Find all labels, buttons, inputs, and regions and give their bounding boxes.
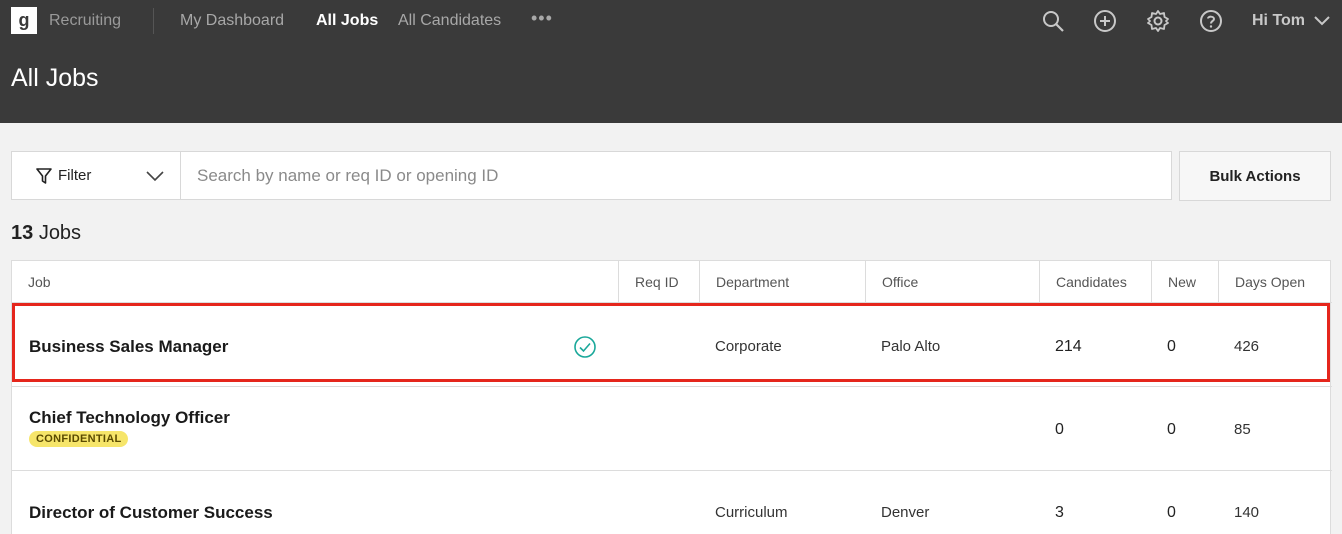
search-icon[interactable] bbox=[1041, 9, 1065, 33]
page-title: All Jobs bbox=[11, 64, 99, 92]
chevron-down-icon[interactable] bbox=[1314, 14, 1330, 26]
candidates-cell[interactable]: 0 bbox=[1055, 421, 1064, 439]
nav-my-dashboard[interactable]: My Dashboard bbox=[180, 12, 284, 30]
office-cell: Denver bbox=[881, 504, 930, 521]
nav-all-candidates[interactable]: All Candidates bbox=[398, 12, 501, 30]
selection-highlight bbox=[12, 303, 1330, 382]
column-header-req-id[interactable]: Req ID bbox=[618, 261, 699, 303]
days-open-cell: 140 bbox=[1234, 504, 1260, 521]
gear-icon[interactable] bbox=[1146, 9, 1170, 33]
column-header-candidates[interactable]: Candidates bbox=[1039, 261, 1151, 303]
column-header-days-open[interactable]: Days Open bbox=[1218, 261, 1332, 303]
table-header: Job Req ID Department Office Candidates … bbox=[12, 261, 1332, 303]
jobs-count-unit: Jobs bbox=[38, 222, 82, 244]
chevron-down-icon bbox=[146, 171, 164, 182]
search-input[interactable] bbox=[180, 151, 1172, 200]
jobs-count: 13 Jobs bbox=[11, 222, 81, 245]
nav-all-jobs[interactable]: All Jobs bbox=[316, 12, 378, 30]
plus-circle-icon[interactable] bbox=[1093, 9, 1117, 33]
nav-divider bbox=[153, 8, 154, 34]
help-icon[interactable] bbox=[1199, 9, 1223, 33]
column-header-department[interactable]: Department bbox=[699, 261, 865, 303]
table-row[interactable]: Chief Technology Officer CONFIDENTIAL 0 … bbox=[12, 387, 1332, 471]
confidential-badge: CONFIDENTIAL bbox=[29, 431, 129, 447]
column-header-job[interactable]: Job bbox=[12, 261, 618, 303]
days-open-cell: 85 bbox=[1234, 421, 1251, 438]
column-header-office[interactable]: Office bbox=[865, 261, 1039, 303]
logo-icon[interactable]: g bbox=[11, 7, 37, 34]
candidates-cell[interactable]: 3 bbox=[1055, 504, 1064, 522]
filter-label: Filter bbox=[58, 167, 92, 184]
bulk-actions-button[interactable]: Bulk Actions bbox=[1179, 151, 1331, 201]
department-cell: Curriculum bbox=[715, 504, 788, 521]
new-cell[interactable]: 0 bbox=[1167, 421, 1176, 439]
user-greeting[interactable]: Hi Tom bbox=[1252, 12, 1305, 30]
job-title-link[interactable]: Director of Customer Success bbox=[29, 503, 273, 523]
app-name[interactable]: Recruiting bbox=[49, 12, 121, 30]
filter-dropdown[interactable]: Filter bbox=[11, 151, 181, 200]
column-header-new[interactable]: New bbox=[1151, 261, 1218, 303]
job-title-link[interactable]: Chief Technology Officer bbox=[29, 408, 230, 428]
more-menu-icon[interactable]: ••• bbox=[531, 8, 553, 29]
jobs-table: Job Req ID Department Office Candidates … bbox=[11, 260, 1332, 534]
filter-icon bbox=[36, 168, 52, 184]
new-cell[interactable]: 0 bbox=[1167, 504, 1176, 522]
top-bar: g Recruiting My Dashboard All Jobs All C… bbox=[0, 0, 1342, 123]
table-row[interactable]: Director of Customer Success Curriculum … bbox=[12, 471, 1332, 534]
jobs-count-number: 13 bbox=[11, 222, 34, 244]
